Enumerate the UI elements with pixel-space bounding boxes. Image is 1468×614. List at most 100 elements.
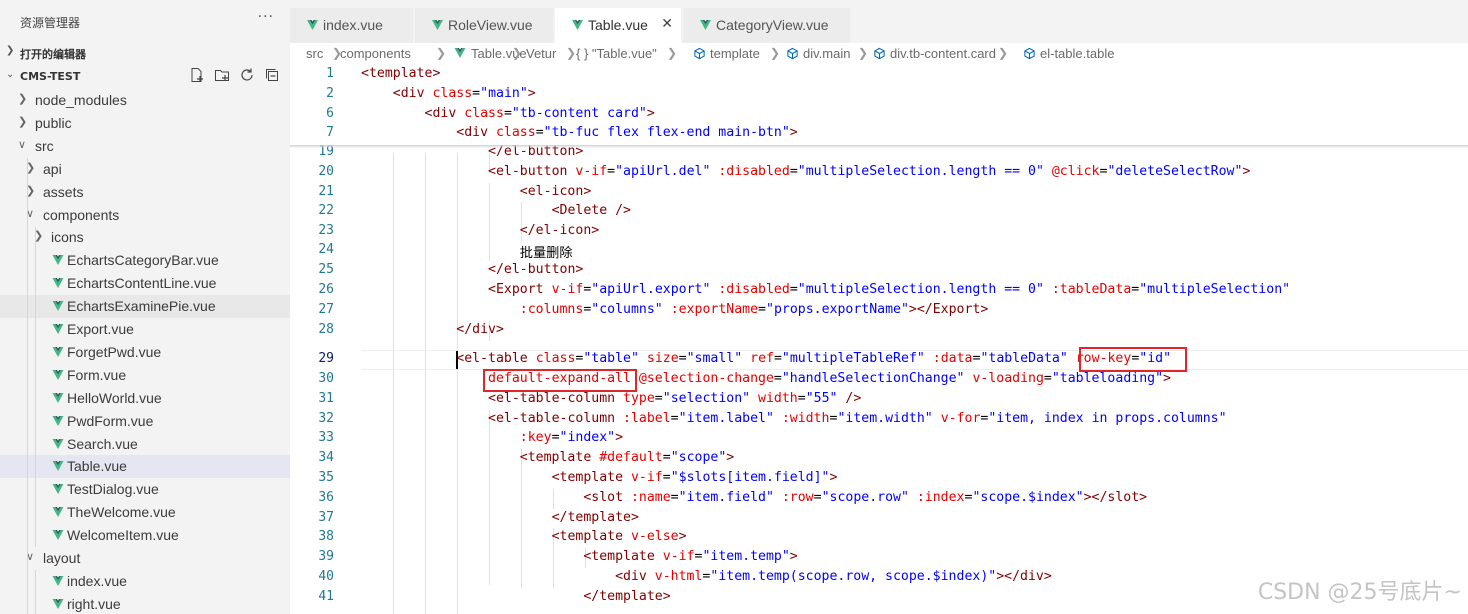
- code-text: <el-icon>: [361, 184, 591, 199]
- code-token: <template>: [361, 66, 441, 81]
- code-token: v-else: [630, 529, 679, 544]
- file-item-echartscategorybar-vue[interactable]: EchartsCategoryBar.vue: [0, 249, 290, 272]
- code-token: />: [845, 391, 862, 406]
- chevron-right-icon: ❯: [858, 46, 869, 60]
- folder-item-src[interactable]: ∨ src: [0, 135, 290, 158]
- file-item-pwdform-vue[interactable]: PwdForm.vue: [0, 410, 290, 433]
- file-item-table-vue[interactable]: Table.vue: [0, 455, 290, 479]
- breadcrumb-item[interactable]: template: [693, 46, 760, 61]
- line-number: 20: [318, 164, 334, 179]
- code-token: "handleSelectionChange": [781, 371, 965, 386]
- tree-item-label: icons: [51, 229, 84, 246]
- file-item-testdialog-vue[interactable]: TestDialog.vue: [0, 478, 290, 501]
- code-token: =: [503, 106, 512, 121]
- folder-item-assets[interactable]: ❯ assets: [0, 181, 290, 204]
- breadcrumb-item[interactable]: { } "Table.vue": [576, 46, 657, 61]
- tab-table-vue[interactable]: Table.vue ✕: [555, 8, 682, 43]
- code-token: "multipleSelection.length == 0": [797, 164, 1044, 179]
- code-token: "apiUrl.del": [615, 164, 711, 179]
- tree-item-label: EchartsContentLine.vue: [67, 275, 217, 292]
- file-item-helloworld-vue[interactable]: HelloWorld.vue: [0, 387, 290, 410]
- code-token: "55": [805, 391, 838, 406]
- code-line: 20 <el-button v-if="apiUrl.del" :disable…: [290, 163, 1468, 183]
- tree-item-label: EchartsExaminePie.vue: [67, 298, 216, 315]
- line-number: 7: [326, 125, 334, 140]
- element-icon: [873, 47, 886, 60]
- code-token: ></Export>: [908, 302, 989, 317]
- breadcrumb-item[interactable]: Vetur: [526, 46, 556, 61]
- folder-item-api[interactable]: ❯ api: [0, 158, 290, 181]
- code-text: <div class="main">: [361, 86, 536, 101]
- tab-roleview-vue[interactable]: RoleView.vue: [415, 8, 554, 43]
- line-number: 26: [318, 282, 334, 297]
- tab-categoryview-vue[interactable]: CategoryView.vue: [683, 8, 851, 43]
- file-item-export-vue[interactable]: Export.vue: [0, 318, 290, 341]
- code-token: :label: [623, 411, 671, 426]
- code-line: 38 <template v-else>: [290, 528, 1468, 548]
- element-icon: [1023, 47, 1036, 60]
- file-item-index-vue[interactable]: index.vue: [0, 570, 290, 593]
- folder-item-components[interactable]: ∨ components: [0, 204, 290, 227]
- file-item-search-vue[interactable]: Search.vue: [0, 433, 290, 456]
- breadcrumb-item[interactable]: src: [306, 46, 323, 61]
- code-text: <el-table-column :label="item.label" :wi…: [361, 411, 1227, 426]
- code-token: =: [551, 430, 560, 445]
- code-token: :disabled: [718, 164, 790, 179]
- code-text: </template>: [361, 589, 670, 604]
- line-number: 38: [318, 529, 334, 544]
- breadcrumb-item[interactable]: el-table.table: [1023, 46, 1114, 61]
- code-token: >: [829, 470, 838, 485]
- code-line: 27 :columns="columns" :exportName="props…: [290, 301, 1468, 321]
- folder-item-node-modules[interactable]: ❯ node_modules: [0, 89, 290, 112]
- code-text: </el-button>: [361, 262, 583, 277]
- chevron-right-icon: ❯: [18, 93, 28, 105]
- code-token: <div: [424, 106, 465, 121]
- code-token: "scope.$index": [972, 490, 1084, 505]
- code-text: <el-button v-if="apiUrl.del" :disabled="…: [361, 164, 1250, 179]
- refresh-icon[interactable]: [239, 67, 255, 83]
- code-token: =: [773, 371, 782, 386]
- breadcrumb-item[interactable]: div.main: [786, 46, 850, 61]
- code-token: "deleteSelectRow": [1107, 164, 1243, 179]
- code-token: </template>: [551, 510, 639, 525]
- file-item-thewelcome-vue[interactable]: TheWelcome.vue: [0, 501, 290, 524]
- new-file-icon[interactable]: [189, 67, 205, 83]
- line-number: 41: [318, 589, 334, 604]
- code-token: "small": [686, 351, 743, 366]
- line-number: 1: [326, 66, 334, 81]
- open-editors-section[interactable]: ❯ 打开的编辑器: [0, 42, 290, 64]
- file-item-welcomeitem-vue[interactable]: WelcomeItem.vue: [0, 524, 290, 547]
- breadcrumb-item[interactable]: div.tb-content.card: [873, 46, 996, 61]
- code-token: "item.width": [837, 411, 933, 426]
- project-section[interactable]: ⌄ CMS-TEST: [0, 66, 290, 88]
- new-folder-icon[interactable]: [214, 67, 230, 83]
- code-token: :data: [932, 351, 973, 366]
- folder-item-icons[interactable]: ❯ icons: [0, 226, 290, 249]
- file-item-echartsexaminepie-vue[interactable]: EchartsExaminePie.vue: [0, 295, 290, 319]
- breadcrumb-item[interactable]: components: [340, 46, 411, 61]
- code-text: <slot :name="item.field" :row="scope.row…: [361, 490, 1147, 505]
- element-icon: [786, 47, 799, 60]
- code-editor[interactable]: 1 <template> 2 <div class="main"> 6 <div cl…: [290, 65, 1468, 614]
- code-text: <template #default="scope">: [361, 450, 734, 465]
- more-actions-icon[interactable]: ···: [258, 9, 274, 25]
- file-item-form-vue[interactable]: Form.vue: [0, 364, 290, 387]
- file-item-right-vue[interactable]: right.vue: [0, 593, 290, 614]
- collapse-all-icon[interactable]: [264, 67, 280, 83]
- tab-index-vue[interactable]: index.vue: [290, 8, 414, 43]
- folder-item-public[interactable]: ❯ public: [0, 112, 290, 135]
- file-item-echartscontentline-vue[interactable]: EchartsContentLine.vue: [0, 272, 290, 295]
- folder-item-layout[interactable]: ∨ layout: [0, 547, 290, 570]
- code-token: ></div>: [996, 569, 1052, 584]
- close-icon[interactable]: ✕: [661, 15, 673, 32]
- file-item-forgetpwd-vue[interactable]: ForgetPwd.vue: [0, 341, 290, 364]
